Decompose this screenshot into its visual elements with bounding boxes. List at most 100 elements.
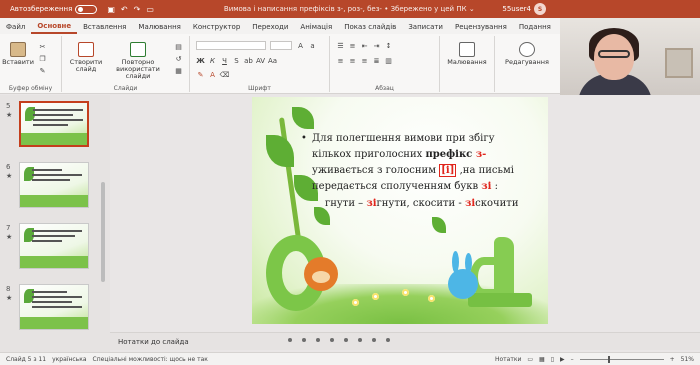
highlight-icon[interactable]: ✎ (196, 70, 205, 79)
shrink-font-icon[interactable]: a (308, 41, 317, 50)
grow-font-icon[interactable]: A (296, 41, 305, 50)
cut-icon[interactable]: ✂ (38, 42, 47, 51)
clipboard-small-buttons: ✂ ❐ ✎ (38, 42, 47, 75)
zoom-knob[interactable] (607, 355, 610, 363)
presenter-glasses (598, 50, 630, 58)
justify-icon[interactable]: ≣ (372, 56, 381, 65)
ribbon-tabs: Файл Основне Вставлення Малювання Констр… (0, 18, 560, 34)
sorter-view-icon[interactable]: ▦ (539, 356, 545, 363)
tab-insert[interactable]: Вставлення (77, 23, 132, 34)
align-left-icon[interactable]: ≡ (336, 56, 345, 65)
page-dot[interactable] (302, 338, 306, 342)
format-painter-icon[interactable]: ✎ (38, 66, 47, 75)
tab-slideshow[interactable]: Показ слайдів (338, 23, 402, 34)
clear-format-icon[interactable]: ⌫ (220, 70, 230, 79)
font-size-box[interactable] (270, 41, 292, 50)
reset-icon[interactable]: ↺ (174, 54, 183, 63)
line-spacing-icon[interactable]: ↕ (384, 41, 393, 50)
page-dot[interactable] (288, 338, 292, 342)
slide-thumbnail[interactable] (19, 162, 89, 208)
tab-draw[interactable]: Малювання (132, 23, 186, 34)
thumb-number: 6 (6, 163, 11, 171)
chevron-down-icon[interactable]: ⌄ (469, 5, 475, 13)
font-color-icon[interactable]: A (208, 70, 217, 79)
tab-animations[interactable]: Анімація (294, 23, 338, 34)
tab-review[interactable]: Рецензування (449, 23, 513, 34)
redo-icon[interactable]: ↷ (134, 5, 141, 14)
zoom-in-icon[interactable]: + (670, 356, 675, 363)
columns-icon[interactable]: ▥ (384, 56, 393, 65)
language-indicator[interactable]: українська (52, 356, 86, 363)
notes-bar[interactable]: Нотатки до слайда (110, 332, 700, 350)
accessibility-status[interactable]: Спеціальні можливості: щось не так (93, 356, 208, 363)
spacing-icon[interactable]: AV (256, 56, 265, 65)
reading-view-icon[interactable]: ▯ (551, 356, 554, 363)
shadow-icon[interactable]: ab (244, 56, 253, 65)
example-line[interactable]: гнути – зігнути, скосити - зіскочити (325, 198, 545, 209)
paragraph-group: ☰ ≡ ⇤ ⇥ ↕ ≡ ≡ ≡ ≣ ▥ Абзац (330, 36, 440, 92)
indent-less-icon[interactable]: ⇤ (360, 41, 369, 50)
autosave-toggle[interactable] (75, 4, 98, 14)
tab-transitions[interactable]: Переходи (246, 23, 294, 34)
section-icon[interactable]: ▦ (174, 66, 183, 75)
underline-icon[interactable]: Ч (220, 56, 229, 65)
tab-file[interactable]: Файл (0, 23, 31, 34)
zoom-slider[interactable] (579, 355, 664, 363)
zoom-out-icon[interactable]: – (571, 356, 574, 363)
editing-label: Редагування (505, 58, 549, 66)
slide-body-text[interactable]: • Для полегшення вимови при збігу кілько… (301, 131, 542, 195)
tab-view[interactable]: Подання (513, 23, 557, 34)
tab-record[interactable]: Записати (402, 23, 449, 34)
editing-button[interactable]: Редагування (501, 42, 553, 66)
normal-view-icon[interactable]: ▭ (527, 356, 533, 363)
notes-button[interactable]: Нотатки (495, 356, 521, 363)
page-dot[interactable] (344, 338, 348, 342)
thumbnails-scrollbar[interactable] (101, 100, 105, 350)
wall-picture (665, 48, 693, 78)
bold-word: префікс (425, 149, 473, 160)
text-line: уживається з голосним [і] ,на письмі (312, 164, 514, 177)
zoom-level[interactable]: 51% (681, 356, 694, 363)
powerpoint-window: Автозбереження ▣ ↶ ↷ ▭ Вимова і написанн… (0, 0, 700, 365)
page-dot[interactable] (372, 338, 376, 342)
paste-button[interactable]: Вставити (2, 42, 34, 66)
bullets-icon[interactable]: ☰ (336, 41, 345, 50)
account-area[interactable]: 55user4 S (502, 3, 546, 15)
flower-decoration (372, 293, 379, 300)
slide-thumbnails-panel: 5 ★ 6 ★ 7 ★ 8 ★ (0, 95, 110, 353)
slide-thumbnail[interactable] (19, 284, 89, 330)
bold-icon[interactable]: Ж (196, 56, 205, 65)
slideshow-view-icon[interactable]: ▶ (560, 356, 565, 363)
slide-thumbnail[interactable] (19, 101, 89, 147)
save-icon[interactable]: ▣ (107, 5, 115, 14)
page-dot[interactable] (358, 338, 362, 342)
boxed-vowel: [і] (439, 164, 457, 177)
avatar[interactable]: S (534, 3, 546, 15)
numbering-icon[interactable]: ≡ (348, 41, 357, 50)
copy-icon[interactable]: ❐ (38, 54, 47, 63)
strike-icon[interactable]: S (232, 56, 241, 65)
page-dot[interactable] (386, 338, 390, 342)
reuse-slides-button[interactable]: Повторно використати слайди (106, 42, 170, 80)
tab-design[interactable]: Конструктор (187, 23, 246, 34)
italic-icon[interactable]: К (208, 56, 217, 65)
align-center-icon[interactable]: ≡ (348, 56, 357, 65)
indent-more-icon[interactable]: ⇥ (372, 41, 381, 50)
cartoon-bunny (448, 251, 478, 299)
align-right-icon[interactable]: ≡ (360, 56, 369, 65)
tab-home[interactable]: Основне (31, 22, 78, 34)
thumb-star-icon: ★ (6, 294, 13, 302)
new-slide-button[interactable]: Створити слайд (68, 42, 104, 73)
undo-icon[interactable]: ↶ (121, 5, 128, 14)
font-name-box[interactable] (196, 41, 266, 50)
case-icon[interactable]: Aa (268, 56, 277, 65)
slideshow-icon[interactable]: ▭ (146, 5, 154, 14)
layout-icon[interactable]: ▤ (174, 42, 183, 51)
scrollbar-thumb[interactable] (101, 182, 105, 282)
page-dot[interactable] (330, 338, 334, 342)
page-dot[interactable] (316, 338, 320, 342)
autosave-control[interactable]: Автозбереження (10, 4, 98, 14)
drawing-button[interactable]: Малювання (444, 42, 490, 66)
current-slide[interactable]: • Для полегшення вимови при збігу кілько… (252, 97, 548, 324)
slide-thumbnail[interactable] (19, 223, 89, 269)
